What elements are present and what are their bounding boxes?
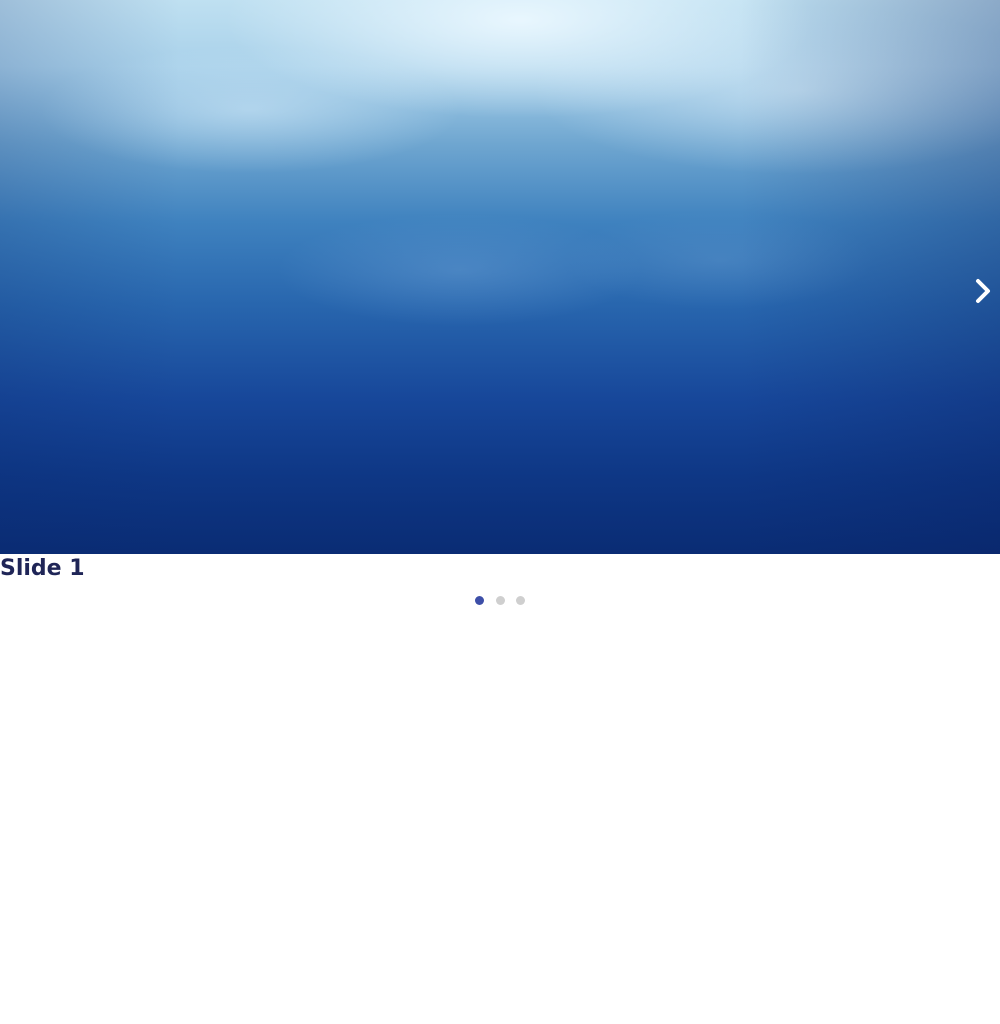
slide-image-shade-left — [0, 0, 180, 554]
slide-pagination — [470, 592, 530, 608]
slide-title: Slide 1 — [0, 556, 85, 581]
pagination-dot-1[interactable] — [475, 595, 484, 605]
next-slide-button[interactable] — [970, 276, 998, 306]
pagination-dot-3[interactable] — [516, 595, 525, 605]
image-carousel: Slide 1 — [0, 0, 1000, 1024]
slide-image — [0, 0, 1000, 554]
pagination-dot-2[interactable] — [495, 595, 505, 605]
slide-image-shade-right — [740, 0, 1000, 554]
chevron-right-icon — [976, 279, 990, 303]
